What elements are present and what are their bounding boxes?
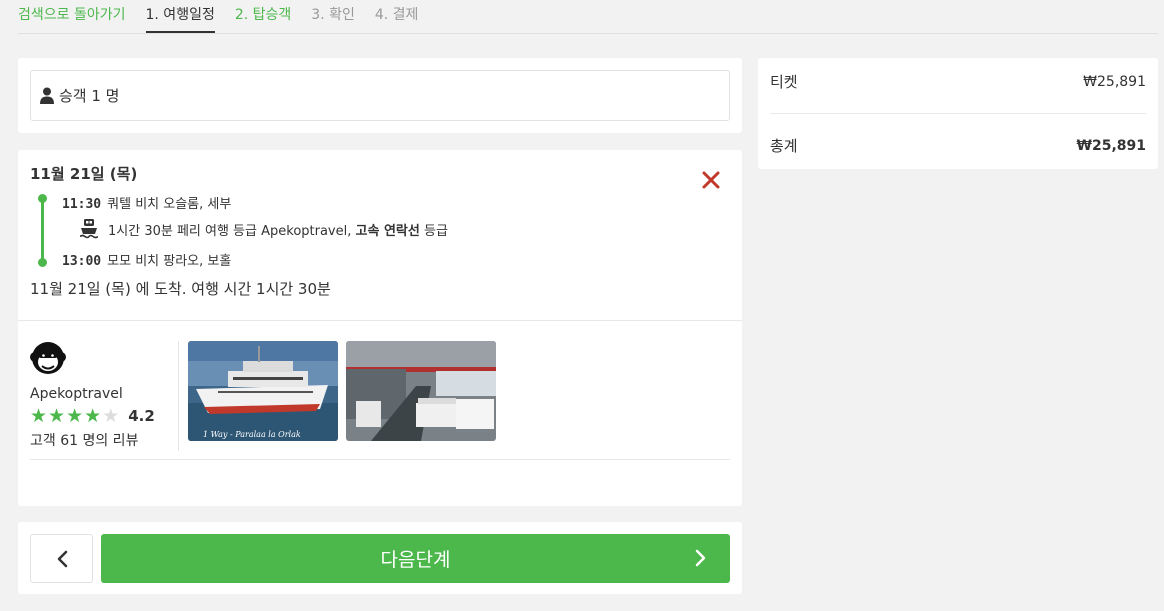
departure-dot	[38, 194, 47, 203]
star-icon: ★	[84, 405, 102, 427]
next-step-button[interactable]: 다음단계	[101, 534, 730, 583]
rating-stars: ★ ★ ★ ★ ★ 4.2	[30, 406, 155, 426]
star-icon: ★	[66, 405, 84, 427]
departure-time: 11:30	[62, 197, 102, 212]
chevron-left-icon	[57, 550, 67, 567]
ticket-amount: ₩25,891	[1083, 73, 1146, 90]
total-row: 총계 ₩25,891	[770, 135, 1146, 156]
operator-name[interactable]: Apekoptravel	[30, 386, 123, 402]
passenger-count: 승객 1 명	[59, 87, 120, 105]
rating-value: 4.2	[128, 407, 155, 425]
ferry-photo-interior[interactable]	[346, 341, 496, 441]
back-to-search-link[interactable]: 검색으로 돌아가기	[18, 0, 126, 33]
star-icon: ★	[102, 405, 120, 427]
arrival-place: 모모 비치 팡라오, 보홀	[107, 254, 232, 269]
photo-caption: 1 Way - Paralaa la Orlak	[203, 430, 301, 439]
divider	[30, 459, 730, 460]
ferry-icon	[80, 219, 98, 239]
close-icon[interactable]	[701, 170, 721, 190]
passenger-card: 승객 1 명	[18, 58, 742, 133]
operator-logo	[30, 342, 66, 374]
action-bar: 다음단계	[18, 522, 742, 594]
total-amount: ₩25,891	[1076, 137, 1146, 154]
next-step-label: 다음단계	[380, 549, 451, 571]
departure-place: 쿼텔 비치 오슬롬, 세부	[107, 197, 232, 212]
booking-steps-nav: 검색으로 돌아가기 1. 여행일정 2. 탑승객 3. 확인 4. 결제	[18, 0, 1158, 34]
departure-row: 11:30 쿼텔 비치 오슬롬, 세부	[62, 193, 231, 212]
divider	[178, 341, 179, 451]
person-icon	[40, 87, 54, 104]
arrival-time: 13:00	[62, 254, 102, 269]
divider	[18, 320, 742, 321]
ferry-suffix: 등급	[423, 223, 448, 239]
timeline-line	[41, 198, 44, 263]
step-itinerary[interactable]: 1. 여행일정	[145, 0, 215, 33]
step-passengers[interactable]: 2. 탑승객	[235, 0, 291, 33]
step-confirm: 3. 확인	[311, 7, 355, 23]
arrival-dot	[38, 258, 47, 267]
ferry-duration: 1시간 30분 페리 여행 등급 Apekoptravel,	[108, 223, 352, 239]
passenger-selector[interactable]: 승객 1 명	[30, 70, 730, 121]
total-label: 총계	[770, 137, 798, 155]
trip-card: 11월 21일 (목) 11:30 쿼텔 비치 오슬롬, 세부 1시간 30분 페…	[18, 150, 742, 506]
star-icon: ★	[48, 405, 66, 427]
arrival-note: 11월 21일 (목) 에 도착. 여행 시간 1시간 30분	[30, 280, 331, 298]
arrival-row: 13:00 모모 비치 팡라오, 보홀	[62, 250, 231, 269]
ferry-class: 고속 연락선	[355, 223, 420, 239]
ticket-label: 티켓	[770, 73, 798, 91]
chevron-right-icon	[695, 549, 706, 567]
ticket-row: 티켓 ₩25,891	[770, 71, 1146, 92]
ferry-row: 1시간 30분 페리 여행 등급 Apekoptravel, 고속 연락선 등급	[80, 219, 448, 239]
back-button[interactable]	[30, 534, 93, 583]
trip-date: 11월 21일 (목)	[30, 165, 138, 183]
price-summary: 티켓 ₩25,891 총계 ₩25,891	[758, 58, 1158, 169]
star-icon: ★	[30, 405, 48, 427]
ferry-photo-exterior[interactable]: 1 Way - Paralaa la Orlak	[188, 341, 338, 441]
step-payment: 4. 결제	[374, 7, 419, 23]
review-count[interactable]: 고객 61 명의 리뷰	[30, 430, 138, 450]
divider	[770, 113, 1146, 114]
